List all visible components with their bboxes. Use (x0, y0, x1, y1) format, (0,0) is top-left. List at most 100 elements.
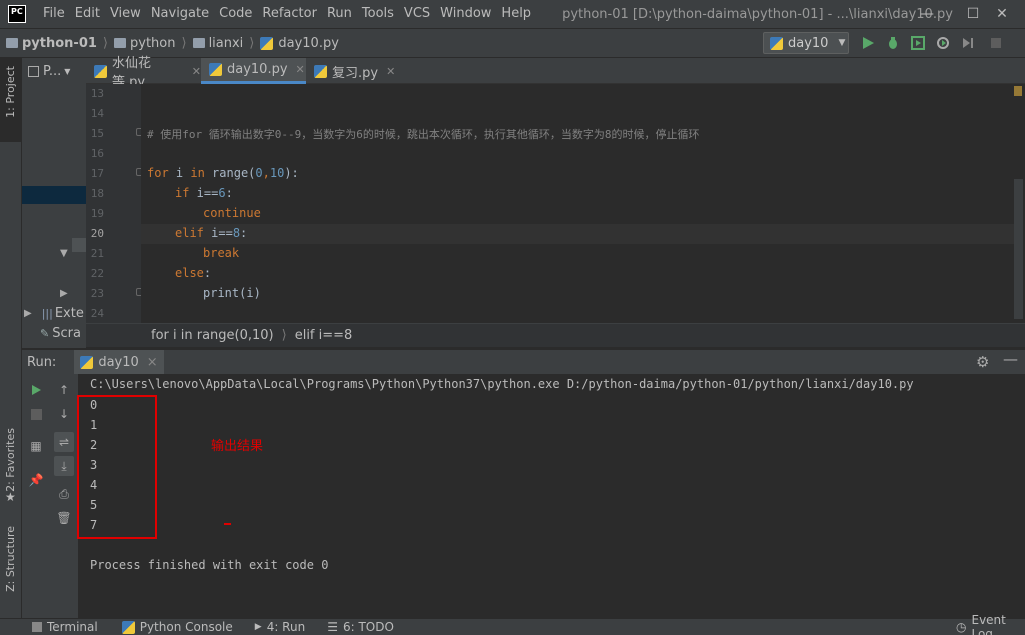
close-icon[interactable]: ✕ (192, 65, 201, 78)
console-command: C:\Users\lenovo\AppData\Local\Programs\P… (90, 377, 914, 391)
tab-review[interactable]: 复习.py ✕ (306, 58, 396, 84)
print-icon[interactable]: ⎙ (54, 484, 74, 504)
tree-item-external-libraries[interactable]: ▶ ||| Exte (22, 306, 84, 321)
python-icon (121, 620, 135, 634)
close-window-button[interactable]: ✕ (979, 0, 1025, 28)
scrollbar-thumb[interactable] (72, 238, 86, 252)
favorites-tool-button[interactable]: 2: Favorites ★ (2, 428, 20, 508)
run-tab-day10[interactable]: day10 × (74, 349, 164, 375)
profile-icon[interactable] (936, 36, 950, 50)
python-file-icon (209, 63, 222, 76)
window-icon (28, 65, 39, 77)
terminal-tool-button[interactable]: Terminal (32, 620, 98, 634)
soft-wrap-icon[interactable]: ⇌ (54, 432, 74, 452)
todo-tool-button[interactable]: ☰ 6: TODO (327, 620, 394, 634)
selected-tree-row[interactable] (22, 186, 86, 204)
arrow-up-icon[interactable]: ↑ (54, 380, 74, 400)
menu-help[interactable]: Help (496, 0, 536, 28)
run-icon: ▶ (254, 622, 262, 632)
menu-vcs[interactable]: VCS (399, 0, 435, 28)
menu-refactor[interactable]: Refactor (257, 0, 322, 28)
python-console-tool-button[interactable]: Python Console (121, 620, 233, 634)
menu-navigate[interactable]: Navigate (146, 0, 214, 28)
menu-window[interactable]: Window (435, 0, 496, 28)
star-icon: ★ (5, 490, 16, 504)
crumb-elif[interactable]: elif i==8 (295, 328, 353, 343)
crumb-python[interactable]: python ⟩ (114, 36, 187, 51)
debug-icon[interactable] (886, 36, 900, 50)
tab-narcissus[interactable]: 水仙花等.py ✕ (86, 56, 201, 90)
annotation-mark (224, 523, 231, 525)
minimize-button[interactable]: — (904, 0, 950, 28)
rerun-icon[interactable] (26, 380, 46, 400)
event-log-tool-button[interactable]: ◷ Event Log (956, 613, 1025, 635)
run-configuration-select[interactable]: day10 ▼ (763, 32, 849, 54)
list-icon: ☰ (327, 620, 338, 634)
left-tool-strip: 1: Project 2: Favorites ★ Z: Structure (0, 58, 22, 618)
bottom-tool-bar: Terminal Python Console ▶ 4: Run ☰ 6: TO… (0, 613, 1025, 635)
chevron-right-icon: ⟩ (102, 35, 108, 51)
chevron-right-icon: ⟩ (181, 35, 187, 51)
expand-arrow-icon[interactable]: ▼ (60, 248, 68, 259)
crumb-file[interactable]: day10.py (260, 36, 339, 51)
collapse-arrow-icon[interactable]: ▶ (60, 288, 68, 299)
python-file-icon (94, 64, 107, 78)
concurrency-icon[interactable] (961, 36, 975, 50)
run-label: Run: (27, 354, 57, 370)
python-file-icon (260, 36, 274, 50)
python-file-icon (314, 64, 327, 78)
crumb-for-loop[interactable]: for i in range(0,10) (151, 328, 274, 343)
scroll-to-end-icon[interactable]: ⤓ (54, 456, 74, 476)
code-line-23: print(i) (203, 286, 261, 300)
run-icon[interactable] (861, 36, 875, 50)
code-line-18: if i==6: (175, 186, 233, 200)
python-file-icon (770, 36, 783, 50)
project-tool-button[interactable]: 1: Project (0, 58, 22, 142)
pin-icon[interactable]: 📌 (26, 470, 46, 490)
tab-day10[interactable]: day10.py ✕ (201, 58, 306, 84)
close-icon[interactable]: ✕ (386, 65, 395, 78)
close-icon[interactable]: × (147, 355, 158, 370)
project-panel: P... ▼ ▼ ▶ ▶ ||| Exte ✎ Scra (22, 58, 86, 348)
stop-icon[interactable] (26, 404, 46, 424)
menu-code[interactable]: Code (214, 0, 257, 28)
editor-scroll-gutter[interactable] (1014, 84, 1025, 323)
menu-view[interactable]: View (105, 0, 146, 28)
crumb-lianxi[interactable]: lianxi ⟩ (192, 35, 255, 51)
trash-icon[interactable]: 🗑 (54, 508, 74, 528)
project-panel-tab[interactable]: P... ▼ (22, 58, 86, 84)
tree-item-scratches[interactable]: ✎ Scra (40, 326, 81, 341)
terminal-icon (32, 622, 42, 632)
code-line-19: continue (203, 206, 261, 220)
run-toolbar: ↑ ↓ ⇌ ▦ ⤓ 📌 ⎙ 🗑 (22, 374, 78, 618)
code-line-21: break (203, 246, 240, 260)
chevron-right-icon: ⟩ (281, 328, 287, 343)
menu-run[interactable]: Run (322, 0, 357, 28)
menu-tools[interactable]: Tools (357, 0, 399, 28)
layout-icon[interactable]: ▦ (26, 436, 46, 456)
gear-icon[interactable]: ⚙ (976, 353, 989, 371)
minimize-panel-icon[interactable]: — (1003, 350, 1018, 368)
run-console[interactable]: C:\Users\lenovo\AppData\Local\Programs\P… (77, 374, 1025, 618)
crumb-project[interactable]: python-01 ⟩ (6, 36, 108, 51)
console-exit-message: Process finished with exit code 0 (90, 558, 329, 572)
code-line-22: else: (175, 266, 212, 280)
folder-icon (114, 38, 126, 48)
warning-marker-icon (1014, 86, 1022, 96)
folder-icon (6, 38, 18, 48)
coverage-icon[interactable] (911, 36, 925, 50)
code-editor[interactable]: # 使用for 循环输出数字0--9，当数字为6的时候，跳出本次循环，执行其他循… (141, 84, 1014, 323)
arrow-down-icon[interactable]: ↓ (54, 404, 74, 424)
code-line-17: for i in range(0,10): (147, 166, 299, 180)
chevron-right-icon: ⟩ (249, 35, 255, 51)
menu-edit[interactable]: Edit (70, 0, 105, 28)
run-tool-button[interactable]: ▶ 4: Run (255, 620, 305, 634)
close-icon[interactable]: ✕ (296, 63, 305, 76)
stop-icon[interactable] (989, 36, 1003, 50)
pycharm-logo-icon: PC (8, 5, 26, 23)
annotation-label: 输出结果 (211, 439, 264, 454)
structure-tool-button[interactable]: Z: Structure (2, 526, 20, 606)
scrollbar-thumb[interactable] (1014, 179, 1023, 319)
current-line-highlight (141, 224, 1014, 244)
menu-file[interactable]: File (38, 0, 70, 28)
